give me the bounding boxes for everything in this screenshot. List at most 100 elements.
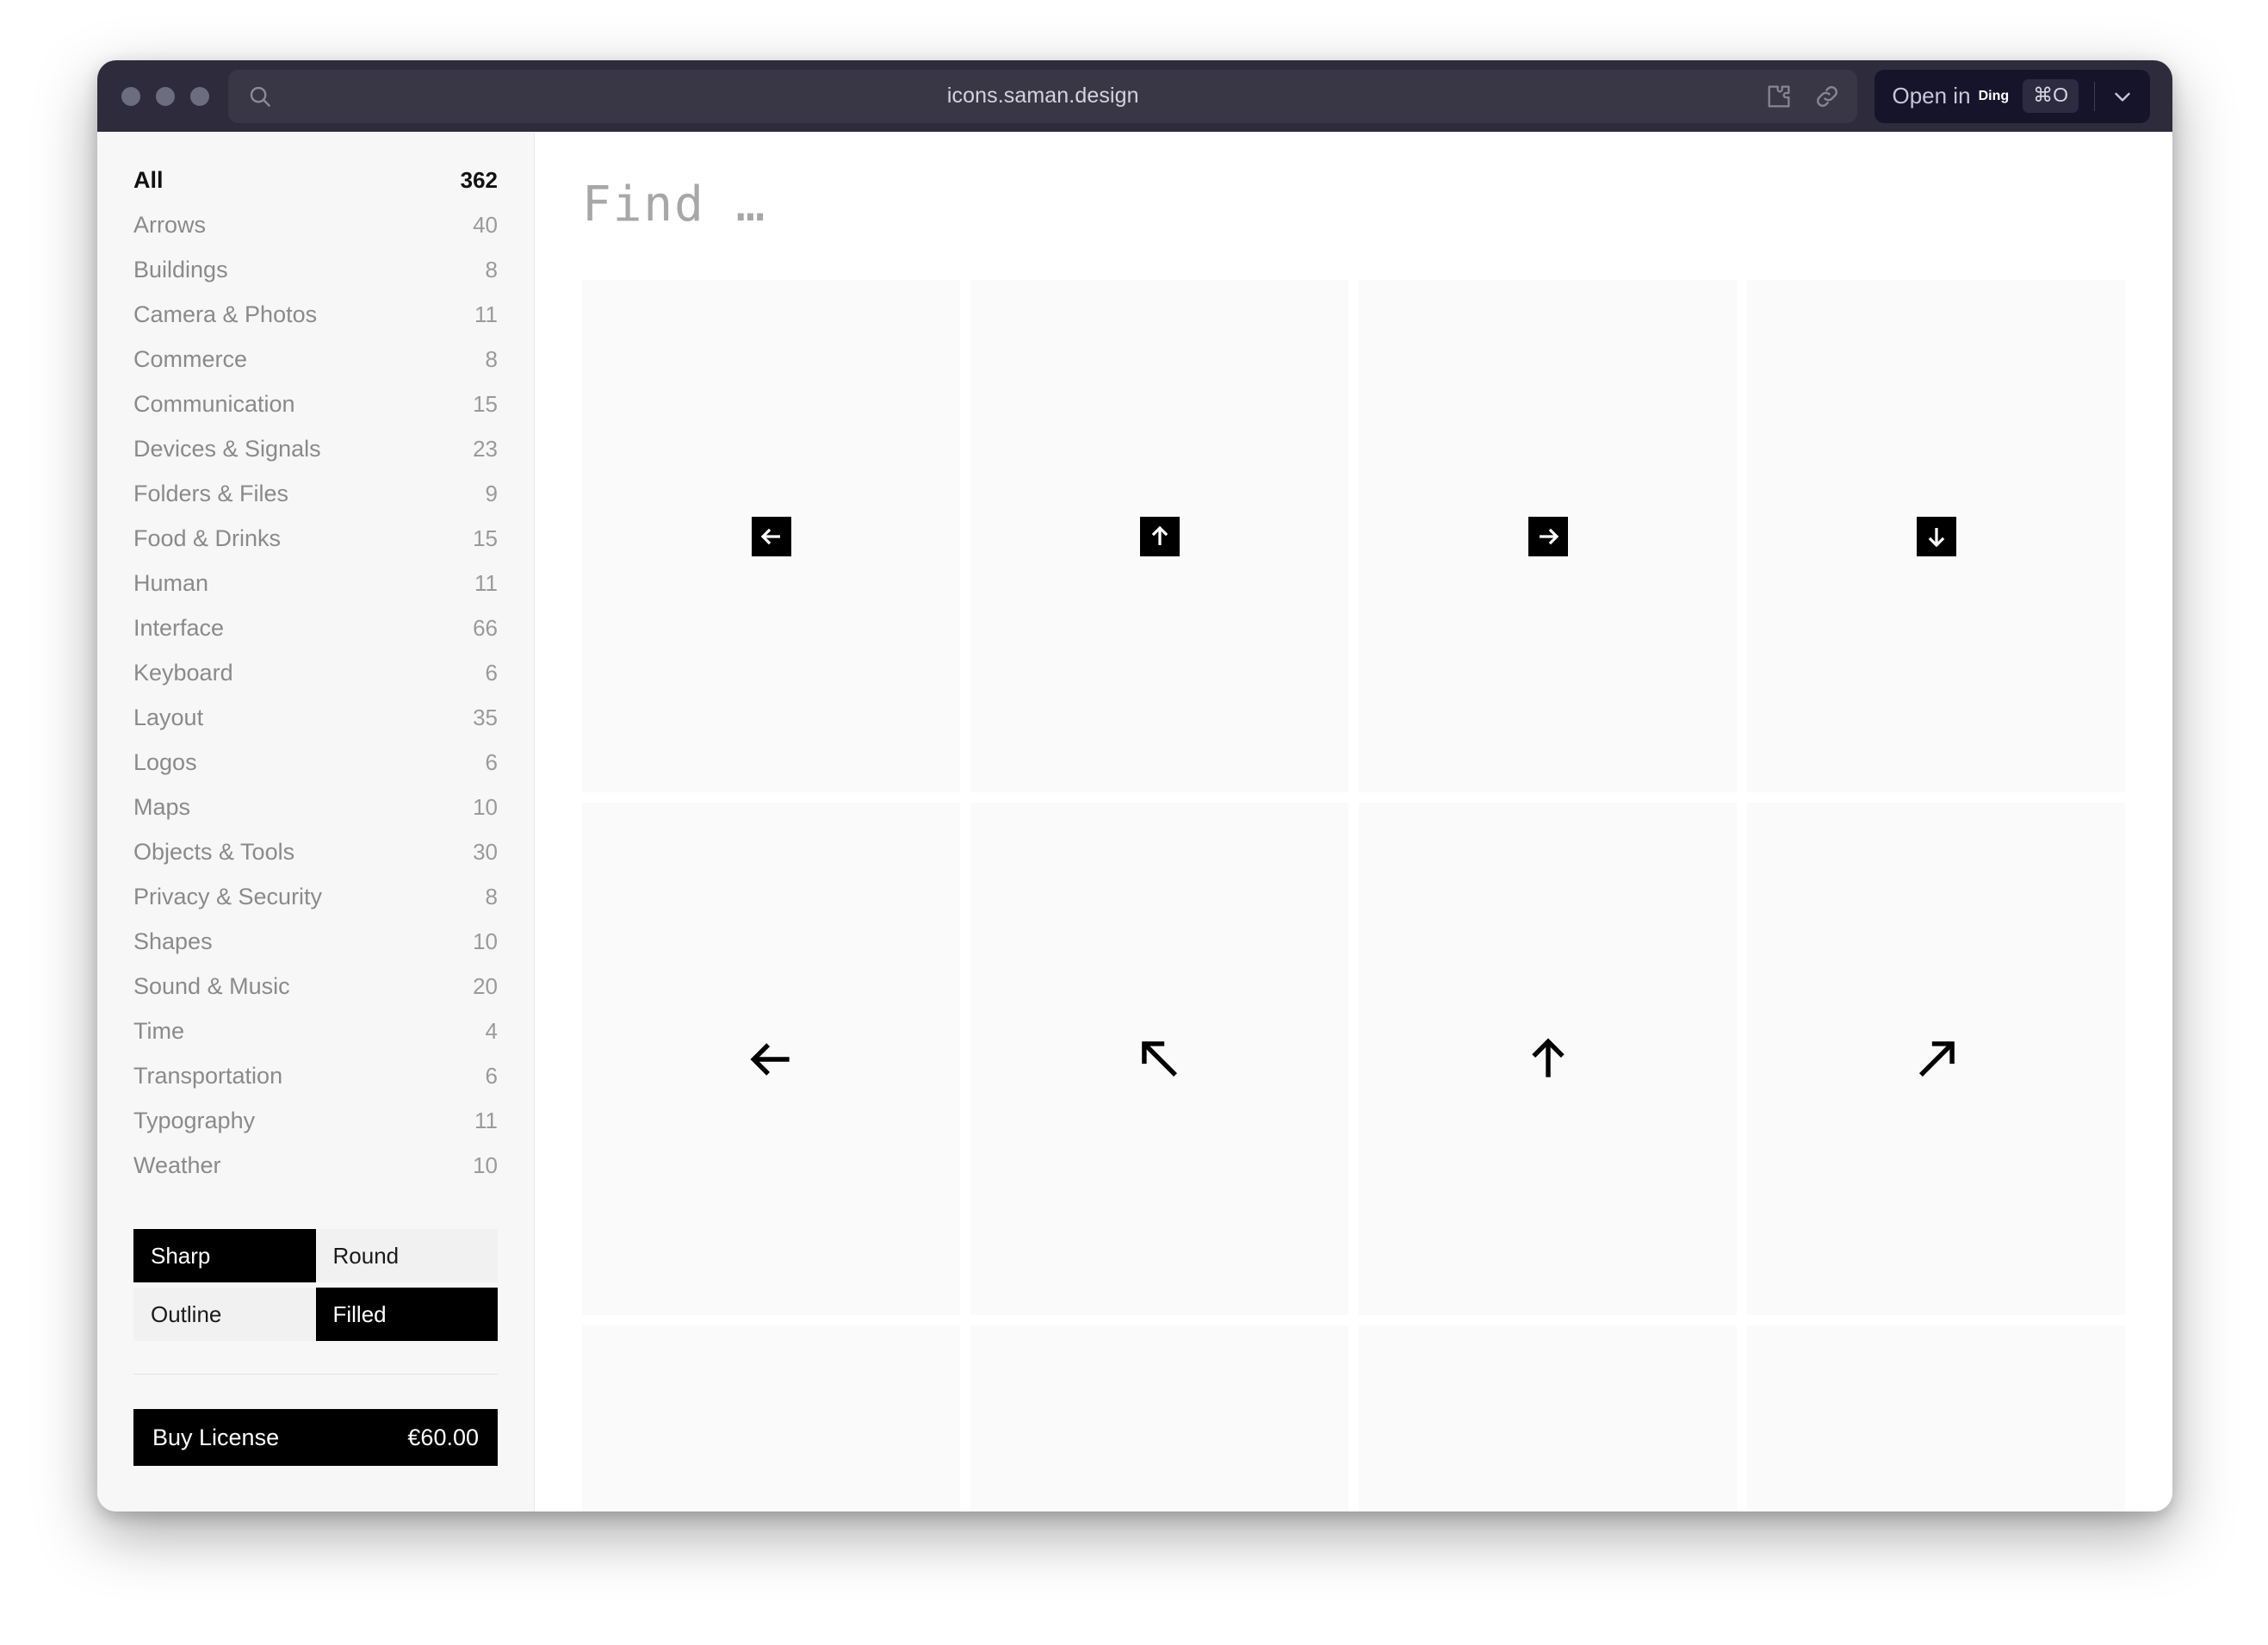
sidebar-item-privacy-security[interactable]: Privacy & Security 8 — [133, 874, 498, 919]
icon-cell-empty — [1359, 1325, 1737, 1512]
open-in-app-name: Ding — [1978, 88, 2010, 103]
traffic-lights — [121, 86, 209, 106]
icon-cell[interactable] — [582, 803, 960, 1315]
icon-cell[interactable] — [970, 803, 1348, 1315]
sidebar-item-count: 4 — [485, 1017, 498, 1044]
sidebar-item-typography[interactable]: Typography 11 — [133, 1098, 498, 1143]
sidebar-controls: Sharp Round Outline Filled Buy License €… — [133, 1229, 498, 1466]
sidebar-item-human[interactable]: Human 11 — [133, 561, 498, 605]
arrow-right-filled-square-icon — [1539, 528, 1558, 544]
arrow-down-filled-square-icon — [1928, 527, 1944, 547]
icon-cell[interactable] — [1747, 280, 2125, 792]
sidebar-item-count: 40 — [473, 211, 498, 238]
sidebar-item-count: 9 — [485, 480, 498, 506]
corner-style-sharp-button[interactable]: Sharp — [133, 1229, 316, 1282]
sidebar-item-label: Arrows — [133, 211, 207, 238]
icon-cell[interactable] — [1747, 803, 2125, 1315]
icon-grid — [535, 280, 2172, 1512]
puzzle-piece-icon[interactable] — [1764, 82, 1794, 111]
minimize-button[interactable] — [156, 86, 175, 106]
open-in-app-button[interactable]: Open in Ding ⌘O — [1875, 69, 2150, 123]
sidebar-item-weather[interactable]: Weather 10 — [133, 1143, 498, 1188]
sidebar-item-folders-files[interactable]: Folders & Files 9 — [133, 471, 498, 516]
open-in-shortcut: ⌘O — [2023, 79, 2079, 113]
icon-cell-empty — [970, 1325, 1348, 1512]
sidebar-item-label: Maps — [133, 793, 191, 820]
sidebar-item-label: Keyboard — [133, 659, 233, 686]
close-button[interactable] — [121, 86, 140, 106]
sidebar-item-keyboard[interactable]: Keyboard 6 — [133, 650, 498, 695]
sidebar-item-all[interactable]: All 362 — [133, 158, 498, 202]
sidebar-item-label: Layout — [133, 704, 204, 730]
sidebar-item-layout[interactable]: Layout 35 — [133, 695, 498, 740]
icon-cell[interactable] — [970, 280, 1348, 792]
sidebar-item-transportation[interactable]: Transportation 6 — [133, 1053, 498, 1098]
sidebar-item-time[interactable]: Time 4 — [133, 1009, 498, 1053]
sidebar-item-count: 20 — [473, 972, 498, 999]
icon-cell[interactable] — [1359, 280, 1737, 792]
sidebar-item-count: 35 — [473, 704, 498, 730]
sidebar: All 362 Arrows 40 Buildings 8 Camera & Photos 1… — [97, 132, 535, 1512]
sidebar-item-count: 6 — [485, 1062, 498, 1089]
icon-cell[interactable] — [582, 280, 960, 792]
sidebar-item-objects-tools[interactable]: Objects & Tools 30 — [133, 829, 498, 874]
arrow-up-icon — [1531, 1037, 1565, 1077]
url-text: icons.saman.design — [946, 84, 1139, 108]
arrow-up-left-icon — [1141, 1040, 1177, 1077]
sidebar-item-label: Weather — [133, 1152, 221, 1178]
sidebar-item-maps[interactable]: Maps 10 — [133, 785, 498, 829]
sidebar-item-label: Logos — [133, 748, 197, 775]
sidebar-item-label: Transportation — [133, 1062, 283, 1089]
browser-titlebar: icons.saman.design Open in Ding ⌘O — [97, 60, 2172, 132]
sidebar-item-label: Interface — [133, 614, 225, 641]
sidebar-item-count: 15 — [473, 390, 498, 417]
sidebar-item-communication[interactable]: Communication 15 — [133, 382, 498, 426]
maximize-button[interactable] — [190, 86, 209, 106]
corner-style-toggle: Sharp Round — [133, 1229, 498, 1282]
corner-style-round-button[interactable]: Round — [315, 1229, 498, 1282]
icon-cell-empty — [582, 1325, 960, 1512]
chevron-down-icon — [2115, 92, 2130, 102]
sidebar-item-interface[interactable]: Interface 66 — [133, 605, 498, 650]
buy-license-button[interactable]: Buy License €60.00 — [133, 1409, 498, 1466]
sidebar-item-commerce[interactable]: Commerce 8 — [133, 337, 498, 382]
sidebar-item-count: 23 — [473, 435, 498, 462]
sidebar-item-arrows[interactable]: Arrows 40 — [133, 202, 498, 247]
sidebar-item-label: Time — [133, 1017, 184, 1044]
sidebar-item-count: 11 — [474, 1107, 498, 1133]
icon-cell-empty — [1747, 1325, 2125, 1512]
sidebar-item-label: Commerce — [133, 345, 248, 372]
icon-cell[interactable] — [1359, 803, 1737, 1315]
search-input[interactable]: Find … — [535, 132, 2172, 233]
sidebar-item-camera-photos[interactable]: Camera & Photos 11 — [133, 292, 498, 337]
open-in-dropdown-button[interactable] — [2095, 84, 2150, 109]
sidebar-item-count: 8 — [485, 345, 498, 372]
sidebar-item-count: 10 — [473, 1152, 498, 1178]
sidebar-item-logos[interactable]: Logos 6 — [133, 740, 498, 785]
sidebar-item-label: Buildings — [133, 256, 228, 282]
link-icon[interactable] — [1813, 82, 1842, 111]
search-icon — [250, 86, 270, 107]
sidebar-item-label: Privacy & Security — [133, 883, 323, 909]
sidebar-item-count: 6 — [485, 748, 498, 775]
main-panel: Find … — [535, 132, 2172, 1512]
sidebar-item-count: 10 — [473, 928, 498, 954]
sidebar-item-count: 15 — [473, 525, 498, 551]
sidebar-item-label: All — [133, 166, 164, 193]
address-bar[interactable]: icons.saman.design — [228, 69, 1858, 123]
arrow-up-left-chip — [1133, 1033, 1187, 1086]
sidebar-item-buildings[interactable]: Buildings 8 — [133, 247, 498, 292]
arrow-right-filled-square-chip — [1527, 516, 1568, 556]
sidebar-item-sound-music[interactable]: Sound & Music 20 — [133, 964, 498, 1009]
sidebar-item-shapes[interactable]: Shapes 10 — [133, 919, 498, 964]
fill-style-filled-button[interactable]: Filled — [315, 1288, 498, 1341]
sidebar-item-food-drinks[interactable]: Food & Drinks 15 — [133, 516, 498, 561]
sidebar-item-count: 8 — [485, 883, 498, 909]
fill-style-outline-button[interactable]: Outline — [133, 1288, 316, 1341]
category-list: All 362 Arrows 40 Buildings 8 Camera & Photos 1… — [133, 158, 498, 1188]
sidebar-item-devices-signals[interactable]: Devices & Signals 23 — [133, 426, 498, 471]
arrow-left-filled-square-icon — [760, 528, 780, 544]
page-content: All 362 Arrows 40 Buildings 8 Camera & Photos 1… — [97, 132, 2172, 1512]
arrow-up-filled-square-chip — [1139, 516, 1180, 556]
sidebar-item-count: 30 — [473, 838, 498, 865]
